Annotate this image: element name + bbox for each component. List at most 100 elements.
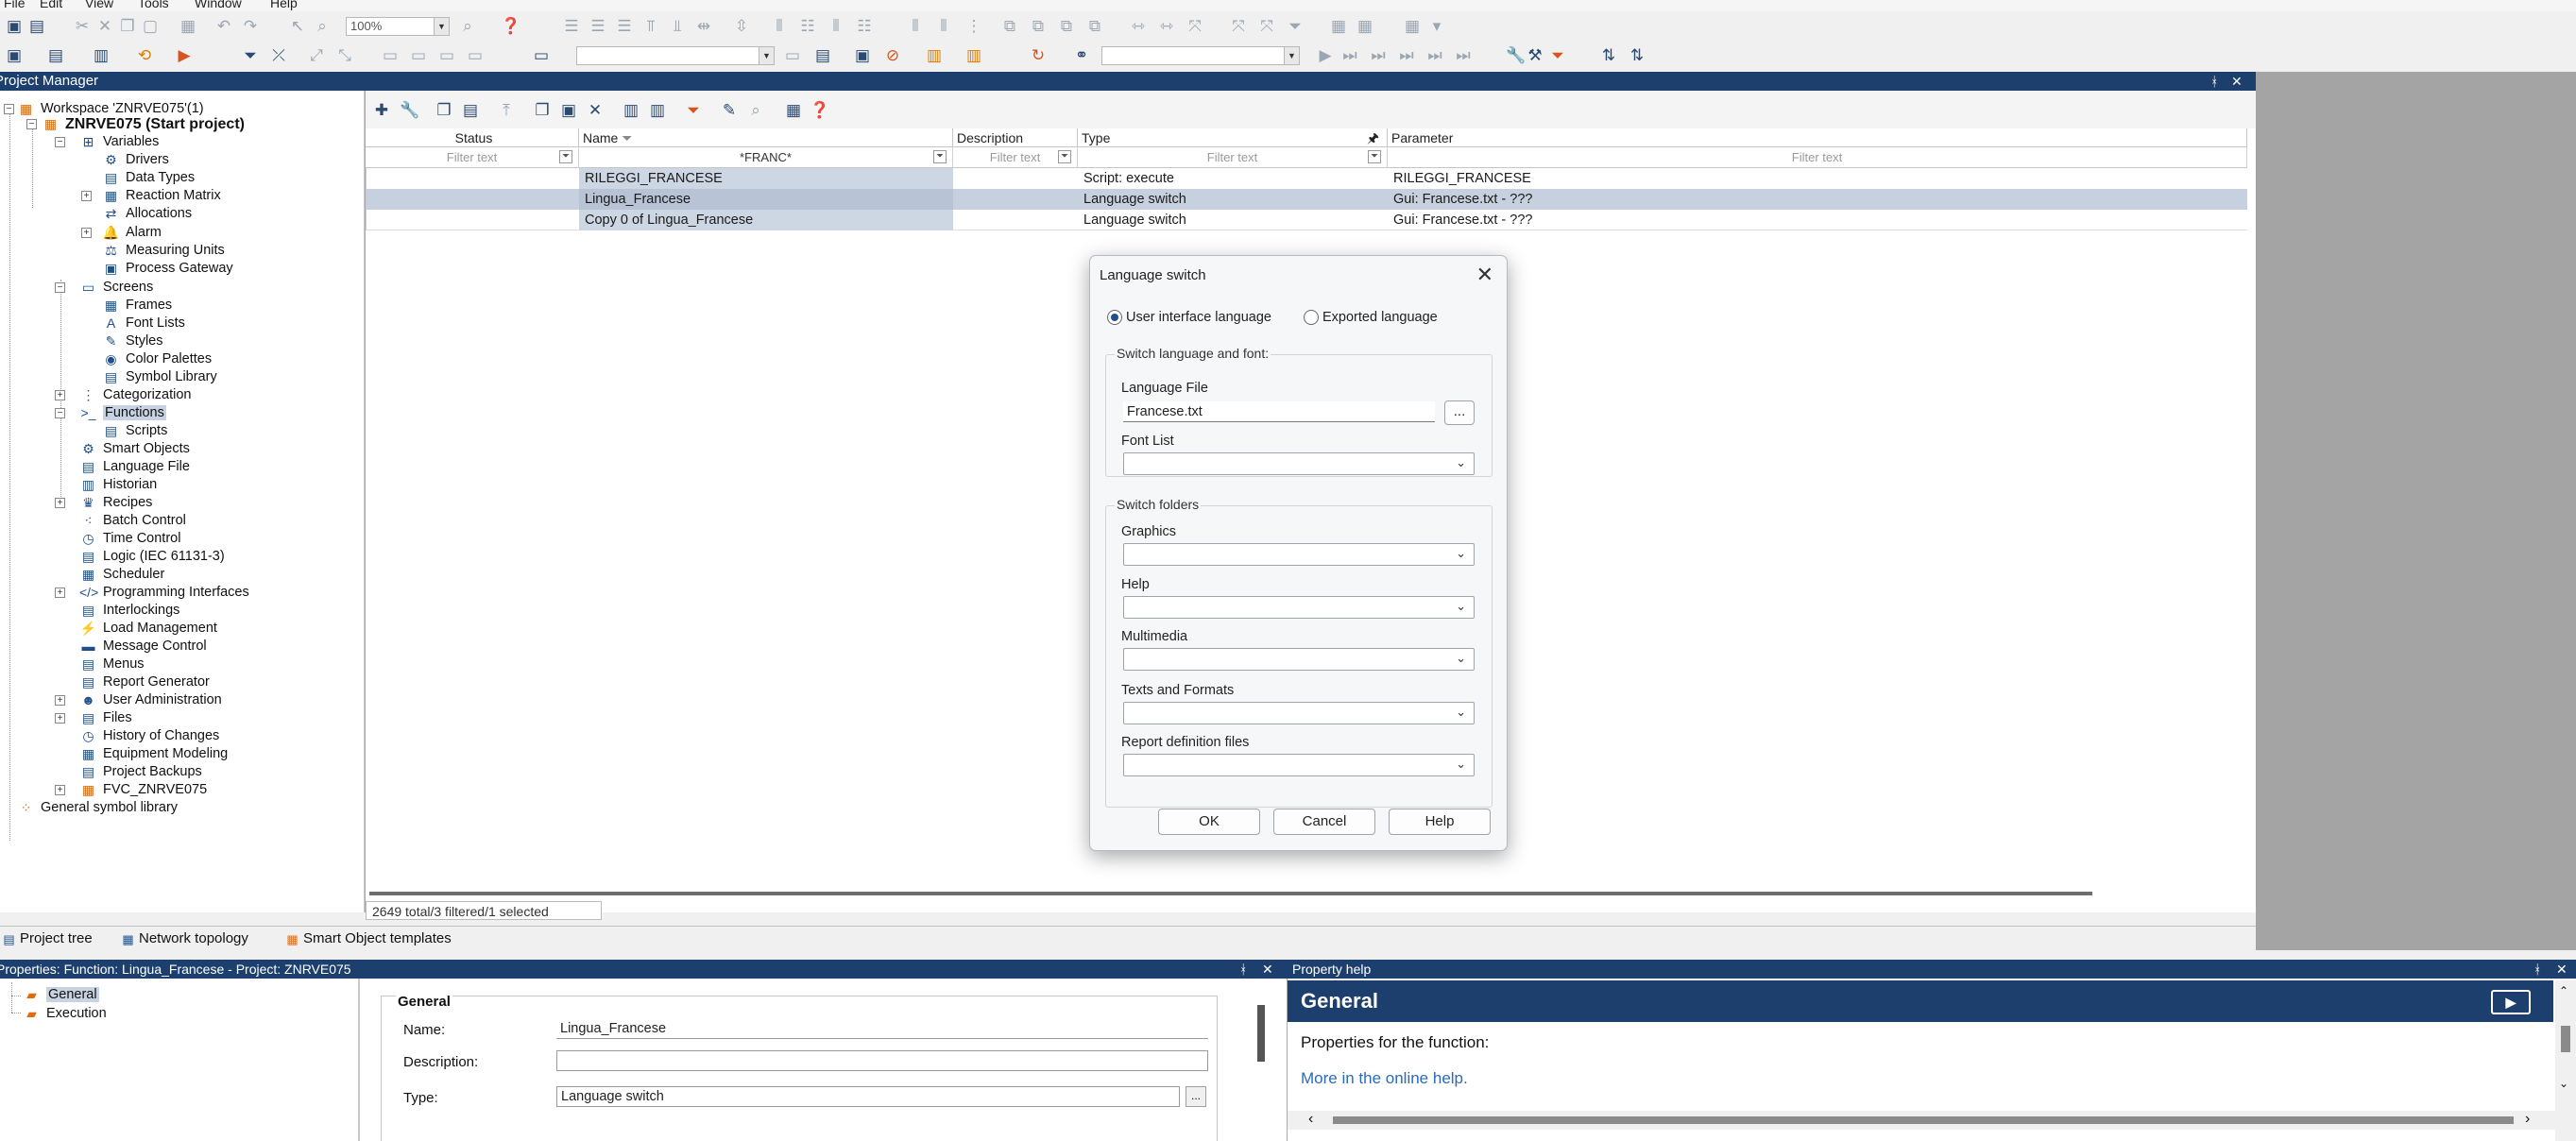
properties-tree-execution[interactable]: ▰ Execution: [23, 1005, 107, 1023]
flip-v-icon[interactable]: ⇿: [1158, 18, 1175, 35]
pin-icon[interactable]: ᚼ: [2210, 72, 2218, 91]
runtime-files-icon[interactable]: ⟲: [136, 47, 153, 64]
redo-icon[interactable]: ↷: [242, 18, 259, 35]
multimedia-select[interactable]: ⌄: [1123, 648, 1475, 671]
tree-item-scheduler[interactable]: ▦ Scheduler: [79, 566, 164, 584]
tree-item-project-backups[interactable]: ▤ Project Backups: [79, 763, 202, 781]
tree-item-interlockings[interactable]: ▤ Interlockings: [79, 602, 180, 620]
type-field[interactable]: Language switch: [556, 1086, 1180, 1107]
tree-item-color-palettes[interactable]: ◉ Color Palettes: [102, 350, 212, 368]
filter-down-icon[interactable]: ⏷: [242, 47, 259, 64]
zoom-fit-icon[interactable]: ⌕: [459, 18, 476, 35]
frame-icon[interactable]: ▭: [784, 47, 801, 64]
paste-icon[interactable]: ▤: [462, 102, 479, 119]
resize2-icon[interactable]: ⤡: [336, 47, 353, 64]
radio-exported-language[interactable]: [1304, 310, 1319, 325]
step1-icon[interactable]: ⏭: [1341, 47, 1358, 64]
disk-icon[interactable]: ▣: [854, 47, 871, 64]
scrollbar-thumb[interactable]: [1333, 1116, 2514, 1124]
scrollbar-thumb[interactable]: [369, 892, 2092, 895]
send-back-icon[interactable]: ⧉: [1086, 18, 1103, 35]
tree-item-programming-interfaces[interactable]: </> Programming Interfaces: [79, 584, 249, 602]
tree-item-load-management[interactable]: ⚡ Load Management: [79, 620, 217, 638]
import-icon[interactable]: ▥: [649, 102, 666, 119]
start-runtime-icon[interactable]: ▶: [176, 47, 193, 64]
ruler-icon[interactable]: ⋮: [965, 18, 982, 35]
search-combo[interactable]: ▼: [1101, 46, 1300, 65]
tree-item-project[interactable]: ▦ ZNRVE075 (Start project): [42, 115, 245, 133]
filter-red-icon[interactable]: ⏷: [1549, 47, 1566, 64]
expander-project[interactable]: −: [26, 119, 37, 129]
message-icon[interactable]: ▭: [533, 47, 550, 64]
chevron-left-icon[interactable]: ‹: [1308, 1111, 1313, 1128]
tree-item-history-of-changes[interactable]: ◷ History of Changes: [79, 727, 219, 745]
expander-fvc[interactable]: +: [55, 785, 65, 795]
video-icon[interactable]: ▶: [2491, 990, 2531, 1014]
same-height-icon[interactable]: ☷: [856, 18, 873, 35]
layer2-icon[interactable]: ▦: [1356, 18, 1373, 35]
align-right-icon[interactable]: ☰: [616, 18, 633, 35]
tree-item-language-file[interactable]: ▤ Language File: [79, 458, 190, 476]
step5-icon[interactable]: ⏭: [1455, 47, 1472, 64]
expander-workspace[interactable]: −: [4, 104, 14, 114]
tree-item-drivers[interactable]: ⚙ Drivers: [102, 151, 169, 169]
transform2-icon[interactable]: ⤧: [1258, 18, 1275, 35]
filter-icon[interactable]: ⏷: [559, 150, 572, 163]
zoom-combo[interactable]: 100% ▼: [346, 17, 450, 36]
tree-item-equipment-modeling[interactable]: ▦ Equipment Modeling: [79, 745, 228, 763]
distribute-v-icon[interactable]: ☷: [799, 18, 816, 35]
expander-alarm[interactable]: +: [81, 228, 92, 238]
sort-icon[interactable]: ⇅: [1600, 47, 1617, 64]
tree-item-fvc[interactable]: ▦ FVC_ZNRVE075: [79, 781, 207, 799]
pointer-icon[interactable]: ↖: [289, 18, 306, 35]
save-frame-icon[interactable]: ▤: [814, 47, 831, 64]
bring-front-icon[interactable]: ⧉: [1058, 18, 1075, 35]
flip-h-icon[interactable]: ⇿: [1130, 18, 1147, 35]
chevron-down-icon[interactable]: ⌄: [2559, 1077, 2568, 1090]
menu-help[interactable]: Help: [270, 0, 298, 10]
help-button[interactable]: Help: [1389, 809, 1491, 835]
chevron-down-icon[interactable]: ▾: [1428, 18, 1445, 35]
import-icon[interactable]: ▥: [965, 47, 982, 64]
graphics-select[interactable]: ⌄: [1123, 543, 1475, 566]
filter-type[interactable]: Filter text ⏷: [1078, 147, 1388, 168]
help-icon[interactable]: ❓: [810, 102, 829, 119]
expander-screens[interactable]: −: [55, 282, 65, 293]
expander-categorization[interactable]: +: [55, 390, 65, 400]
menu-window[interactable]: Window: [195, 0, 242, 10]
play-icon[interactable]: ▶: [1317, 47, 1334, 64]
help-folder-select[interactable]: ⌄: [1123, 596, 1475, 619]
step2-icon[interactable]: ⏭: [1370, 47, 1387, 64]
same-width-icon[interactable]: ⦀: [827, 18, 844, 35]
group-icon[interactable]: ⧉: [1001, 18, 1018, 35]
export-icon[interactable]: ▥: [93, 47, 110, 64]
menu-view[interactable]: View: [85, 0, 113, 10]
tree-item-historian[interactable]: ▥ Historian: [79, 476, 157, 494]
tree-item-frames[interactable]: ▦ Frames: [102, 297, 172, 315]
language-file-browse-button[interactable]: ...: [1444, 400, 1475, 425]
edit-icon[interactable]: ✎: [721, 102, 738, 119]
tree-item-variables[interactable]: ⊞ Variables: [79, 133, 160, 151]
tab-network-topology[interactable]: ▦ Network topology: [121, 929, 248, 948]
export2-icon[interactable]: ▥: [926, 47, 943, 64]
help-vertical-scrollbar[interactable]: ⌃ ⌄: [2555, 980, 2576, 1141]
vertical-scrollbar-thumb[interactable]: [1257, 1005, 1265, 1062]
filter-description[interactable]: Filter text ⏷: [953, 147, 1078, 168]
expander-programming-interfaces[interactable]: +: [55, 588, 65, 598]
distribute-h-icon[interactable]: ⦀: [771, 18, 788, 35]
tree-item-time-control[interactable]: ◷ Time Control: [79, 530, 180, 548]
tree-item-data-types[interactable]: ▤ Data Types: [102, 169, 195, 187]
chevron-up-icon[interactable]: ⌃: [2559, 984, 2568, 997]
column-header-description[interactable]: Description: [953, 128, 1078, 147]
type-browse-button[interactable]: ...: [1186, 1086, 1206, 1107]
properties-tree-general[interactable]: ▰ General: [23, 986, 99, 1004]
filter-clear-icon[interactable]: ⤫: [270, 47, 287, 64]
tree-item-batch-control[interactable]: ⁖ Batch Control: [79, 512, 185, 530]
pin-icon[interactable]: ᚼ: [1239, 960, 1247, 979]
tree-item-recipes[interactable]: ♛ Recipes: [79, 494, 152, 512]
screen2-icon[interactable]: ▭: [410, 47, 427, 64]
tree-item-categorization[interactable]: ⋮ Categorization: [79, 386, 192, 404]
ungroup-icon[interactable]: ⧉: [1030, 18, 1047, 35]
filter-icon[interactable]: ⏷: [933, 150, 947, 163]
horizontal-scrollbar[interactable]: [366, 890, 2247, 897]
